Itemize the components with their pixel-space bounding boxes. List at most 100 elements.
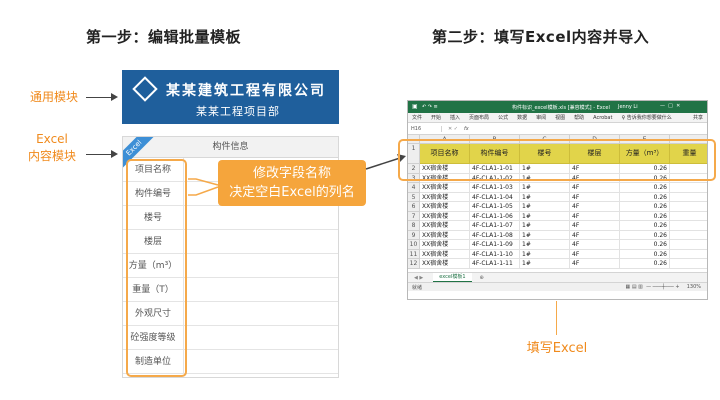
table-cell[interactable]: 4F-CLA1-1-05 xyxy=(470,202,520,212)
ribbon-tab[interactable]: 帮助 xyxy=(574,114,584,121)
table-cell[interactable]: 4F-CLA1-1-11 xyxy=(470,259,520,269)
table-cell[interactable]: 0.26 xyxy=(620,259,670,269)
table-cell[interactable]: 4F xyxy=(570,240,620,250)
table-cell[interactable]: 1# xyxy=(520,249,570,259)
table-cell[interactable]: 4F xyxy=(570,221,620,231)
table-cell[interactable]: 0.26 xyxy=(620,240,670,250)
ribbon-tab[interactable]: 插入 xyxy=(450,114,460,121)
formula-cancel-icon[interactable]: ✕ ✓ xyxy=(442,126,458,132)
excel-window-title: 构件标识_excel模板.xls [兼容模式] - Excel xyxy=(512,105,610,111)
table-cell[interactable] xyxy=(670,193,707,202)
form-field-input[interactable] xyxy=(184,254,338,277)
row-number[interactable]: 4 xyxy=(408,183,420,193)
table-cell[interactable]: XX宿舍楼 xyxy=(420,249,470,259)
table-cell[interactable]: 4F-CLA1-1-08 xyxy=(470,230,520,240)
table-cell[interactable] xyxy=(670,259,707,269)
table-cell[interactable] xyxy=(670,250,707,259)
table-cell[interactable]: 0.26 xyxy=(620,230,670,240)
form-field-input[interactable] xyxy=(184,278,338,301)
callout-line2: 决定空白Excel的列名 xyxy=(229,185,355,200)
form-field-input[interactable] xyxy=(184,302,338,325)
table-cell[interactable]: 4F-CLA1-1-04 xyxy=(470,192,520,202)
ribbon-tab[interactable]: 共享 xyxy=(693,114,703,121)
table-cell[interactable] xyxy=(670,231,707,240)
sheet-tab[interactable]: excel模板1 xyxy=(433,273,472,282)
fx-icon[interactable]: fx xyxy=(458,126,469,132)
callout-connector xyxy=(188,178,219,196)
table-cell[interactable]: 4F-CLA1-1-06 xyxy=(470,211,520,221)
general-module-label: 通用模块 xyxy=(29,90,78,104)
table-cell[interactable]: 0.26 xyxy=(620,192,670,202)
row-number[interactable]: 9 xyxy=(408,230,420,240)
ribbon-tab[interactable]: 页面布局 xyxy=(469,114,489,121)
ribbon-tab[interactable]: Acrobat xyxy=(593,115,612,121)
table-cell[interactable]: 0.26 xyxy=(620,211,670,221)
form-field-input[interactable] xyxy=(184,326,338,349)
excel-module-label: Excel 内容模块 xyxy=(20,131,84,165)
table-cell[interactable]: 4F-CLA1-1-03 xyxy=(470,183,520,193)
table-cell[interactable] xyxy=(670,183,707,193)
name-box[interactable]: H16 xyxy=(408,125,442,132)
row-number[interactable]: 11 xyxy=(408,249,420,259)
table-cell[interactable]: 4F xyxy=(570,249,620,259)
table-cell[interactable]: 1# xyxy=(520,192,570,202)
row-number[interactable]: 8 xyxy=(408,221,420,231)
table-cell[interactable]: 1# xyxy=(520,221,570,231)
table-cell[interactable]: 4F-CLA1-1-07 xyxy=(470,221,520,231)
sheet-nav-arrows[interactable]: ◀ ▶ xyxy=(414,275,423,281)
ribbon-tab[interactable]: 数据 xyxy=(517,114,527,121)
ribbon-tab[interactable]: 视图 xyxy=(555,114,565,121)
table-cell[interactable]: XX宿舍楼 xyxy=(420,240,470,250)
zoom-level: 130% xyxy=(686,284,701,290)
table-cell[interactable]: 0.26 xyxy=(620,249,670,259)
form-field-input[interactable] xyxy=(184,206,338,229)
add-sheet-icon[interactable]: ⊕ xyxy=(480,275,484,281)
table-cell[interactable]: XX宿舍楼 xyxy=(420,183,470,193)
table-cell[interactable] xyxy=(670,202,707,212)
table-cell[interactable]: 0.26 xyxy=(620,221,670,231)
table-cell[interactable]: 1# xyxy=(520,240,570,250)
row-number[interactable]: 12 xyxy=(408,259,420,269)
zoom-slider[interactable]: ▦ ▤ ▥ — ───┼─── + xyxy=(626,284,683,290)
table-cell[interactable]: 4F xyxy=(570,192,620,202)
table-cell[interactable]: 4F-CLA1-1-10 xyxy=(470,249,520,259)
row-number[interactable]: 7 xyxy=(408,211,420,221)
sheet-tabs-bar: ◀ ▶ excel模板1 ⊕ xyxy=(408,272,707,282)
form-field-input[interactable] xyxy=(184,350,338,373)
table-cell[interactable]: 0.26 xyxy=(620,202,670,212)
table-cell[interactable]: XX宿舍楼 xyxy=(420,211,470,221)
table-cell[interactable]: 4F-CLA1-1-09 xyxy=(470,240,520,250)
window-controls[interactable]: — □ ✕ xyxy=(660,103,680,109)
ribbon-tab[interactable]: ♀ 告诉我你想要做什么 xyxy=(621,114,671,121)
table-cell[interactable]: 4F xyxy=(570,230,620,240)
company-logo-icon xyxy=(132,76,158,102)
table-cell[interactable]: 4F xyxy=(570,211,620,221)
row-number[interactable]: 5 xyxy=(408,192,420,202)
table-cell[interactable]: 1# xyxy=(520,183,570,193)
table-cell[interactable]: XX宿舍楼 xyxy=(420,221,470,231)
table-cell[interactable]: XX宿舍楼 xyxy=(420,259,470,269)
row-number[interactable]: 10 xyxy=(408,240,420,250)
table-cell[interactable] xyxy=(670,221,707,231)
form-field-input[interactable] xyxy=(184,230,338,253)
ribbon-tab[interactable]: 开始 xyxy=(431,114,441,121)
table-cell[interactable]: 1# xyxy=(520,230,570,240)
table-cell[interactable] xyxy=(670,240,707,250)
table-cell[interactable]: 1# xyxy=(520,202,570,212)
quick-access-icons[interactable]: ↶ ↷ ≡ xyxy=(422,104,438,110)
ribbon-tab[interactable]: 公式 xyxy=(498,114,508,121)
table-cell[interactable]: 1# xyxy=(520,211,570,221)
table-cell[interactable]: XX宿舍楼 xyxy=(420,192,470,202)
table-cell[interactable]: XX宿舍楼 xyxy=(420,202,470,212)
table-cell[interactable]: 4F xyxy=(570,259,620,269)
form-header: 构件信息 xyxy=(123,137,338,158)
table-cell[interactable]: XX宿舍楼 xyxy=(420,230,470,240)
row-number[interactable]: 6 xyxy=(408,202,420,212)
table-cell[interactable] xyxy=(670,212,707,221)
table-cell[interactable]: 0.26 xyxy=(620,183,670,193)
table-cell[interactable]: 4F xyxy=(570,183,620,193)
ribbon-tab[interactable]: 审阅 xyxy=(536,114,546,121)
table-cell[interactable]: 4F xyxy=(570,202,620,212)
table-cell[interactable]: 1# xyxy=(520,259,570,269)
ribbon-tab[interactable]: 文件 xyxy=(412,114,422,121)
